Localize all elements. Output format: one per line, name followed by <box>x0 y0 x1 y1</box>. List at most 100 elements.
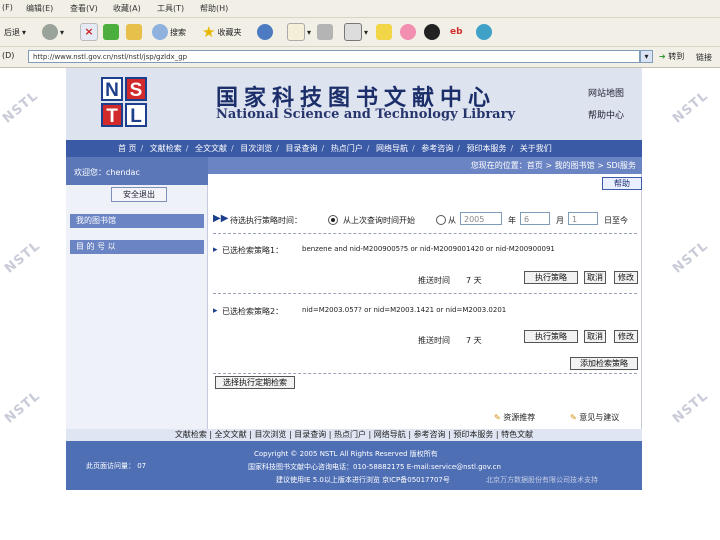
qq-button[interactable] <box>424 23 440 41</box>
menu-help[interactable]: 帮助(H) <box>200 3 228 14</box>
year-unit: 年 <box>508 216 516 225</box>
footer-link[interactable]: 目次浏览 <box>254 430 286 439</box>
footer-link[interactable]: 目录查询 <box>294 430 326 439</box>
mail-button[interactable]: ▾ <box>287 23 311 41</box>
print-button[interactable] <box>317 23 333 41</box>
nav-about[interactable]: 关于我们 <box>520 144 552 153</box>
chevron-down-icon: ▾ <box>22 27 27 37</box>
star-icon: ★ <box>202 23 216 41</box>
nav-preprint[interactable]: 预印本服务 <box>467 144 507 153</box>
option-date-radio[interactable] <box>436 215 446 225</box>
footer-link[interactable]: 文献检索 <box>175 430 207 439</box>
arrow-right-icon: ▸ <box>213 306 218 316</box>
month-select[interactable]: 6 <box>520 212 550 225</box>
nstl-logo[interactable]: N S T L <box>101 77 149 129</box>
home-button[interactable] <box>126 23 142 41</box>
strategy-1-query: benzene and nid-M2009005?5 or nid-M20090… <box>302 245 555 253</box>
nav-fulltext[interactable]: 全文文献 <box>195 144 227 153</box>
back-button[interactable]: 后退 ▾ <box>2 23 26 41</box>
strategy-1-run-button[interactable]: 执行策略 <box>524 271 578 284</box>
divider <box>213 373 637 374</box>
search-icon <box>152 24 168 40</box>
stop-button[interactable]: × <box>80 23 98 41</box>
flower-icon <box>400 24 416 40</box>
ebay-icon: eb <box>450 27 463 37</box>
nav-toc[interactable]: 目次浏览 <box>240 144 272 153</box>
go-arrow-icon: ➔ <box>659 52 666 61</box>
run-time-label: 待选执行策略时间： <box>230 216 302 225</box>
option-last-query-radio[interactable] <box>328 215 338 225</box>
strategy-1-interval-label: 推送时间 <box>418 276 450 285</box>
strategy-1-cancel-button[interactable]: 取消 <box>584 271 606 284</box>
nav-catalog[interactable]: 目录查询 <box>286 144 318 153</box>
url-dropdown-icon[interactable]: ▾ <box>640 50 653 63</box>
stop-icon: × <box>80 23 98 41</box>
nstl-watermark: NSTL <box>2 388 44 427</box>
sidebar-item-catalog[interactable]: 目 的 号 以 <box>70 240 204 254</box>
home-icon <box>126 24 142 40</box>
menu-file[interactable]: (F) <box>2 3 13 12</box>
day-select[interactable]: 1 <box>568 212 598 225</box>
edit-button[interactable]: ▾ <box>344 23 368 41</box>
divider <box>213 293 637 294</box>
forward-icon <box>42 24 58 40</box>
logo-letter-s: S <box>125 77 147 101</box>
nav-home[interactable]: 首 页 <box>118 144 137 153</box>
nav-web-guide[interactable]: 网络导航 <box>376 144 408 153</box>
strategy-2-edit-button[interactable]: 修改 <box>614 330 638 343</box>
strategy-1-label: 已选检索策略1： <box>222 246 284 255</box>
menu-view[interactable]: 查看(V) <box>70 3 98 14</box>
footer-link[interactable]: 特色文献 <box>501 430 533 439</box>
flower-button[interactable] <box>400 23 416 41</box>
menu-edit[interactable]: 编辑(E) <box>26 3 53 14</box>
add-strategy-button[interactable]: 添加检索策略 <box>570 357 638 370</box>
recommend-link[interactable]: ✎ 资源推荐 <box>494 412 535 423</box>
url-input[interactable]: http://www.nstl.gov.cn/nstl/nstl/jsp/gzl… <box>28 50 640 63</box>
refresh-icon <box>103 24 119 40</box>
ebay-button[interactable]: eb <box>450 23 463 41</box>
logout-button[interactable]: 安全退出 <box>111 187 167 202</box>
mail-icon <box>287 23 305 41</box>
option-last-query-label: 从上次查询时间开始 <box>343 216 415 225</box>
history-icon <box>257 24 273 40</box>
welcome-bar: 欢迎您：chendac <box>66 157 208 185</box>
footer-link[interactable]: 网络导航 <box>374 430 406 439</box>
feedback-link[interactable]: ✎ 意见与建议 <box>570 412 619 423</box>
pencil-icon: ✎ <box>570 413 577 422</box>
go-button[interactable]: ➔ 转到 <box>659 50 691 63</box>
select-periodic-search-button[interactable]: 选择执行定期检索 <box>215 376 295 389</box>
address-label: (D) <box>2 51 15 60</box>
search-button[interactable]: 搜索 <box>152 23 186 41</box>
visit-counter: 此页面访问量： 07 <box>86 462 147 470</box>
strategy-1-edit-button[interactable]: 修改 <box>614 271 638 284</box>
footer-link[interactable]: 参考咨询 <box>414 430 446 439</box>
nav-reference[interactable]: 参考咨询 <box>421 144 453 153</box>
nav-document-search[interactable]: 文献检索 <box>150 144 182 153</box>
menu-tools[interactable]: 工具(T) <box>157 3 184 14</box>
nav-portals[interactable]: 热点门户 <box>331 144 363 153</box>
strategy-2-run-button[interactable]: 执行策略 <box>524 330 578 343</box>
strategy-2-cancel-button[interactable]: 取消 <box>584 330 606 343</box>
messenger-button[interactable] <box>476 23 492 41</box>
back-label: 后退 <box>4 27 20 37</box>
footer-link[interactable]: 热点门户 <box>334 430 366 439</box>
footer-link[interactable]: 预印本服务 <box>453 430 493 439</box>
history-button[interactable] <box>257 23 273 41</box>
year-select[interactable]: 2005 <box>460 212 502 225</box>
favorites-button[interactable]: ★ 收藏夹 <box>202 23 241 41</box>
links-label[interactable]: 链接 <box>696 52 712 63</box>
logo-letter-l: L <box>125 103 147 127</box>
favorites-label: 收藏夹 <box>217 27 242 37</box>
refresh-button[interactable] <box>103 23 119 41</box>
logo-letter-t: T <box>101 103 123 127</box>
breadcrumb: 您现在的位置：首页 > 我的图书馆 > SDI服务 <box>208 157 642 174</box>
notes-button[interactable] <box>376 23 392 41</box>
sitemap-link[interactable]: 网站地图 <box>588 86 624 99</box>
help-button[interactable]: 帮助 <box>602 177 642 190</box>
help-center-link[interactable]: 帮助中心 <box>588 108 624 121</box>
notes-icon <box>376 24 392 40</box>
forward-button[interactable]: ▾ <box>42 23 64 41</box>
footer-link[interactable]: 全文文献 <box>215 430 247 439</box>
menu-favorites[interactable]: 收藏(A) <box>113 3 141 14</box>
sidebar-item-my-library[interactable]: 我的图书馆 <box>70 214 204 228</box>
